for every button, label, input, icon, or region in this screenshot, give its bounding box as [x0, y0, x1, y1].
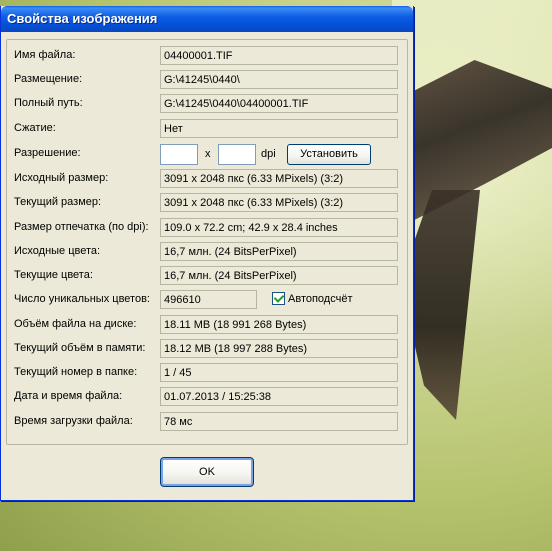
label-current-size: Текущий размер: — [14, 196, 102, 208]
resolution-separator: x — [205, 148, 211, 160]
label-original-size: Исходный размер: — [14, 172, 109, 184]
label-file-datetime: Дата и время файла: — [14, 390, 123, 402]
row-location: Размещение: G:\41245\0440\ — [1, 70, 413, 91]
label-location: Размещение: — [14, 73, 83, 85]
resolution-x-input[interactable] — [160, 144, 198, 165]
row-file-datetime: Дата и время файла: 01.07.2013 / 15:25:3… — [1, 387, 413, 408]
row-compression: Сжатие: Нет — [1, 119, 413, 140]
label-file-name: Имя файла: — [14, 49, 76, 61]
row-original-size: Исходный размер: 3091 x 2048 пкс (6.33 M… — [1, 169, 413, 190]
value-load-time: 78 мс — [160, 412, 398, 431]
dialog-title: Свойства изображения — [7, 11, 158, 26]
label-load-time: Время загрузки файла: — [14, 415, 133, 427]
row-full-path: Полный путь: G:\41245\0440\04400001.TIF — [1, 94, 413, 115]
title-bar[interactable]: Свойства изображения — [1, 6, 413, 32]
value-original-colors: 16,7 млн. (24 BitsPerPixel) — [160, 242, 398, 261]
image-properties-dialog: Свойства изображения Имя файла: 04400001… — [0, 6, 414, 501]
value-original-size: 3091 x 2048 пкс (6.33 MPixels) (3:2) — [160, 169, 398, 188]
ok-button[interactable]: OK — [160, 457, 254, 487]
value-full-path: G:\41245\0440\04400001.TIF — [160, 94, 398, 113]
row-print-size: Размер отпечатка (по dpi): 109.0 x 72.2 … — [1, 218, 413, 239]
value-current-colors: 16,7 млн. (24 BitsPerPixel) — [160, 266, 398, 285]
label-folder-index: Текущий номер в папке: — [14, 366, 138, 378]
resolution-unit: dpi — [261, 148, 276, 160]
label-original-colors: Исходные цвета: — [14, 245, 101, 257]
value-print-size: 109.0 x 72.2 cm; 42.9 x 28.4 inches — [160, 218, 398, 237]
label-memory-size: Текущий объём в памяти: — [14, 342, 146, 354]
row-file-name: Имя файла: 04400001.TIF — [1, 46, 413, 67]
row-resolution: Разрешение: x dpi Установить — [1, 144, 413, 165]
label-disk-size: Объём файла на диске: — [14, 318, 137, 330]
row-memory-size: Текущий объём в памяти: 18.12 MB (18 997… — [1, 339, 413, 360]
value-memory-size: 18.12 MB (18 997 288 Bytes) — [160, 339, 398, 358]
row-disk-size: Объём файла на диске: 18.11 MB (18 991 2… — [1, 315, 413, 336]
value-folder-index: 1 / 45 — [160, 363, 398, 382]
row-unique-colors: Число уникальных цветов: 496610 Автоподс… — [1, 290, 413, 311]
set-resolution-button[interactable]: Установить — [287, 144, 371, 165]
value-disk-size: 18.11 MB (18 991 268 Bytes) — [160, 315, 398, 334]
label-compression: Сжатие: — [14, 122, 56, 134]
row-load-time: Время загрузки файла: 78 мс — [1, 412, 413, 433]
value-current-size: 3091 x 2048 пкс (6.33 MPixels) (3:2) — [160, 193, 398, 212]
row-current-colors: Текущие цвета: 16,7 млн. (24 BitsPerPixe… — [1, 266, 413, 287]
label-current-colors: Текущие цвета: — [14, 269, 93, 281]
value-compression: Нет — [160, 119, 398, 138]
label-unique-colors: Число уникальных цветов: — [14, 293, 150, 305]
label-resolution: Разрешение: — [14, 147, 81, 159]
resolution-y-input[interactable] — [218, 144, 256, 165]
label-print-size: Размер отпечатка (по dpi): — [14, 221, 149, 233]
value-location: G:\41245\0440\ — [160, 70, 398, 89]
value-file-datetime: 01.07.2013 / 15:25:38 — [160, 387, 398, 406]
row-folder-index: Текущий номер в папке: 1 / 45 — [1, 363, 413, 384]
value-file-name: 04400001.TIF — [160, 46, 398, 65]
autocount-checkbox[interactable] — [272, 292, 285, 305]
row-current-size: Текущий размер: 3091 x 2048 пкс (6.33 MP… — [1, 193, 413, 214]
autocount-label[interactable]: Автоподсчёт — [288, 293, 353, 305]
row-original-colors: Исходные цвета: 16,7 млн. (24 BitsPerPix… — [1, 242, 413, 263]
label-full-path: Полный путь: — [14, 97, 83, 109]
value-unique-colors: 496610 — [160, 290, 257, 309]
